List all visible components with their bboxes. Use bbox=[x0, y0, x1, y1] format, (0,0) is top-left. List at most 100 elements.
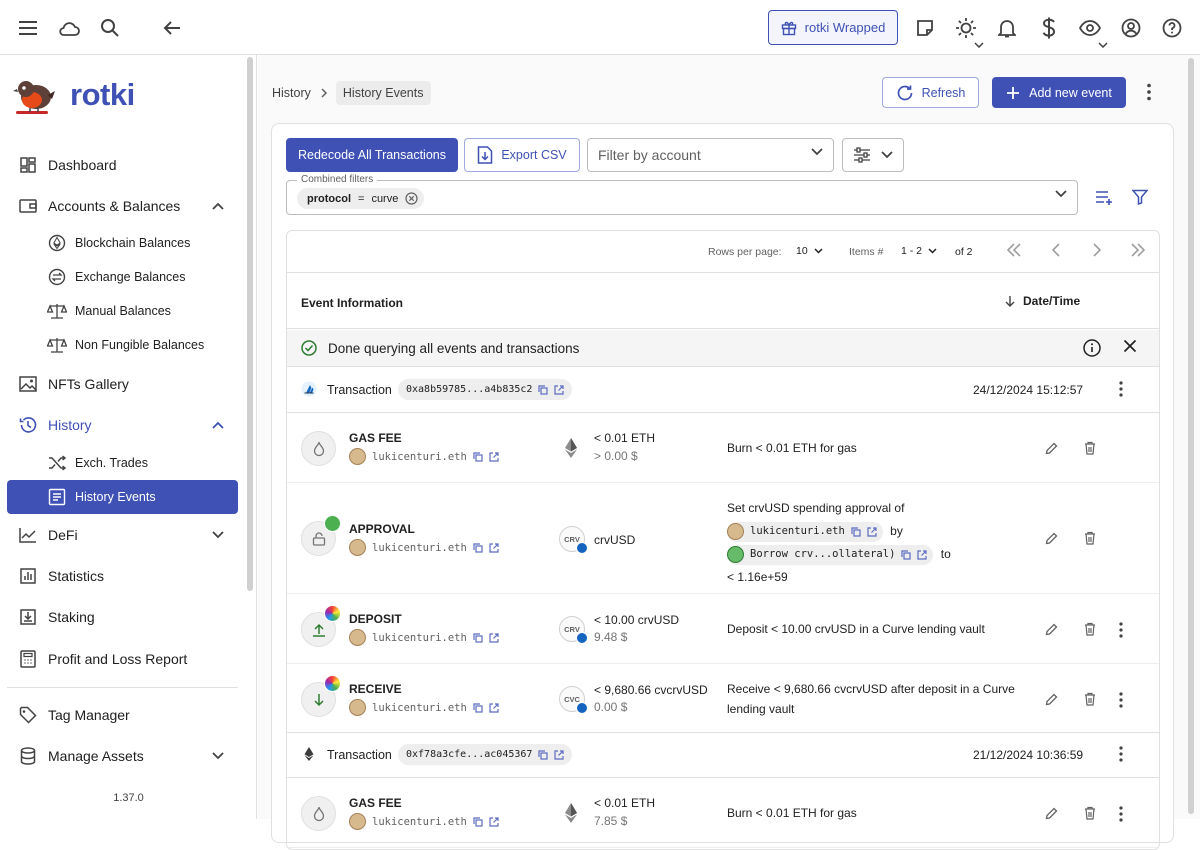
items-range-select[interactable]: 1 - 2 bbox=[901, 245, 937, 257]
delete-icon[interactable] bbox=[1084, 622, 1096, 636]
filter-chip[interactable]: protocol = curve bbox=[297, 188, 425, 209]
rows-per-page-select[interactable]: 10 bbox=[796, 245, 823, 257]
delete-icon[interactable] bbox=[1084, 441, 1096, 455]
sidebar-item-manage-assets[interactable]: Manage Assets bbox=[7, 739, 238, 773]
chain-badge-icon bbox=[576, 702, 588, 714]
event-description: Receive < 9,680.66 cvcrvUSD after deposi… bbox=[727, 682, 1015, 716]
export-csv-button[interactable]: Export CSV bbox=[464, 138, 580, 172]
external-link-icon[interactable] bbox=[554, 749, 565, 760]
external-link-icon[interactable] bbox=[489, 702, 499, 713]
add-new-event-button[interactable]: Add new event bbox=[992, 77, 1126, 108]
combined-filters-input[interactable]: Combined filters protocol = curve bbox=[286, 174, 1078, 215]
history-events-card: Redecode All Transactions Export CSV Fil… bbox=[271, 123, 1174, 850]
copy-icon[interactable] bbox=[473, 816, 483, 827]
dollar-icon[interactable] bbox=[1037, 16, 1061, 40]
sidebar-item-accounts-balances[interactable]: Accounts & Balances bbox=[7, 189, 238, 223]
redecode-all-transactions-button[interactable]: Redecode All Transactions bbox=[286, 138, 458, 172]
column-header-date-time[interactable]: Date/Time bbox=[1005, 294, 1080, 308]
more-vertical-icon[interactable] bbox=[1119, 692, 1123, 708]
event-row-gas-fee: GAS FEE lukicenturi.eth < 0.01 ETH 7.85 … bbox=[287, 779, 1159, 848]
playlist-add-icon[interactable] bbox=[1095, 189, 1113, 205]
event-usd-value: > 0.00 $ bbox=[594, 449, 638, 463]
delete-icon[interactable] bbox=[1084, 806, 1096, 820]
breadcrumb-history[interactable]: History bbox=[272, 86, 311, 100]
sidebar-item-manual-balances[interactable]: Manual Balances bbox=[7, 294, 238, 328]
sidebar-item-blockchain-balances[interactable]: Blockchain Balances bbox=[7, 226, 238, 260]
more-vertical-icon[interactable] bbox=[1119, 622, 1123, 638]
sidebar-item-exchange-balances[interactable]: Exchange Balances bbox=[7, 260, 238, 294]
edit-icon[interactable] bbox=[1045, 807, 1058, 820]
filter-by-account-select[interactable]: Filter by account bbox=[587, 138, 834, 172]
rotki-wrapped-button[interactable]: rotki Wrapped bbox=[768, 10, 898, 45]
copy-icon[interactable] bbox=[473, 451, 483, 462]
eye-icon[interactable] bbox=[1078, 16, 1108, 48]
edit-icon[interactable] bbox=[1045, 532, 1058, 545]
previous-page-icon[interactable] bbox=[1051, 243, 1061, 257]
external-link-icon[interactable] bbox=[489, 542, 499, 553]
sidebar-item-defi[interactable]: DeFi bbox=[7, 518, 238, 552]
close-icon[interactable] bbox=[1123, 339, 1137, 353]
sidebar-item-history-events[interactable]: History Events bbox=[7, 480, 238, 514]
external-link-icon[interactable] bbox=[867, 527, 877, 537]
more-vertical-icon[interactable] bbox=[1119, 746, 1123, 762]
help-icon[interactable] bbox=[1160, 16, 1184, 40]
search-icon[interactable] bbox=[98, 16, 122, 40]
sidebar-item-dashboard[interactable]: Dashboard bbox=[7, 148, 238, 182]
sidebar-item-history[interactable]: History bbox=[7, 408, 238, 442]
copy-icon[interactable] bbox=[473, 542, 483, 553]
sidebar-item-statistics[interactable]: Statistics bbox=[7, 559, 238, 593]
last-page-icon[interactable] bbox=[1130, 243, 1146, 257]
info-icon[interactable] bbox=[1083, 339, 1101, 357]
delete-icon[interactable] bbox=[1084, 531, 1096, 545]
refresh-button[interactable]: Refresh bbox=[882, 77, 979, 108]
edit-icon[interactable] bbox=[1045, 693, 1058, 706]
tune-icon bbox=[853, 147, 871, 163]
ethereum-icon bbox=[564, 437, 578, 459]
theme-icon[interactable] bbox=[954, 16, 984, 48]
external-link-icon[interactable] bbox=[489, 632, 499, 643]
edit-icon[interactable] bbox=[1045, 623, 1058, 636]
filter-settings-menu[interactable] bbox=[842, 138, 904, 172]
copy-icon[interactable] bbox=[538, 384, 549, 395]
copy-icon[interactable] bbox=[538, 749, 549, 760]
sidebar-item-tag-manager[interactable]: Tag Manager bbox=[7, 698, 238, 732]
sidebar-item-profit-loss-report[interactable]: Profit and Loss Report bbox=[7, 642, 238, 676]
filter-icon[interactable] bbox=[1132, 189, 1148, 205]
main-scrollbar[interactable] bbox=[1188, 58, 1194, 814]
dashboard-icon bbox=[18, 155, 38, 175]
sidebar-scrollbar[interactable] bbox=[247, 57, 253, 591]
more-vertical-icon[interactable] bbox=[1147, 83, 1151, 101]
sidebar-item-staking[interactable]: Staking bbox=[7, 600, 238, 634]
event-type: GAS FEE bbox=[349, 796, 402, 810]
first-page-icon[interactable] bbox=[1006, 243, 1022, 257]
arrow-left-icon[interactable] bbox=[160, 16, 184, 40]
next-page-icon[interactable] bbox=[1092, 243, 1102, 257]
notes-icon[interactable] bbox=[913, 16, 937, 40]
copy-icon[interactable] bbox=[901, 550, 912, 560]
copy-icon[interactable] bbox=[473, 702, 483, 713]
external-link-icon[interactable] bbox=[489, 451, 499, 462]
delete-icon[interactable] bbox=[1084, 692, 1096, 706]
bell-icon[interactable] bbox=[995, 16, 1019, 40]
menu-icon[interactable] bbox=[16, 16, 40, 40]
copy-icon[interactable] bbox=[473, 632, 483, 643]
close-circle-icon[interactable] bbox=[405, 192, 418, 205]
external-link-icon[interactable] bbox=[554, 384, 565, 395]
transaction-hash: 0xf78a3cfe...ac045367 bbox=[406, 749, 533, 760]
app-logo[interactable]: rotki bbox=[12, 73, 135, 117]
external-link-icon[interactable] bbox=[917, 550, 928, 560]
event-account-name: lukicenturi.eth bbox=[372, 701, 467, 714]
event-account: lukicenturi.eth bbox=[349, 813, 499, 830]
edit-icon[interactable] bbox=[1045, 442, 1058, 455]
more-vertical-icon[interactable] bbox=[1119, 381, 1123, 397]
cloud-icon[interactable] bbox=[57, 16, 81, 40]
more-vertical-icon[interactable] bbox=[1119, 806, 1123, 822]
copy-icon[interactable] bbox=[851, 527, 861, 537]
filter-chip-key: protocol bbox=[307, 192, 351, 205]
sidebar-item-nfts-gallery[interactable]: NFTs Gallery bbox=[7, 367, 238, 401]
account-icon[interactable] bbox=[1119, 16, 1143, 40]
chevron-down-icon[interactable] bbox=[1055, 190, 1067, 198]
sidebar-item-non-fungible-balances[interactable]: Non Fungible Balances bbox=[7, 328, 238, 362]
sidebar-item-exch-trades[interactable]: Exch. Trades bbox=[7, 446, 238, 480]
external-link-icon[interactable] bbox=[489, 816, 499, 827]
